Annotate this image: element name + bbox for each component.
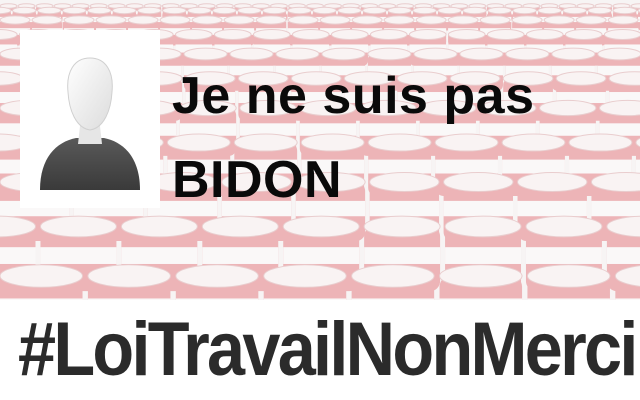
image-canvas: Je ne suis pas BIDON #LoiTravailNonMerci: [0, 0, 640, 400]
statement-line-1: Je ne suis pas: [172, 67, 535, 125]
user-silhouette-icon: [40, 57, 140, 190]
hashtag-band: #LoiTravailNonMerci: [0, 300, 640, 400]
statement-text: Je ne suis pas BIDON: [172, 54, 632, 222]
hashtag-text: #LoiTravailNonMerci: [18, 307, 638, 392]
statement-line-2: BIDON: [172, 151, 343, 209]
avatar: [20, 30, 160, 208]
